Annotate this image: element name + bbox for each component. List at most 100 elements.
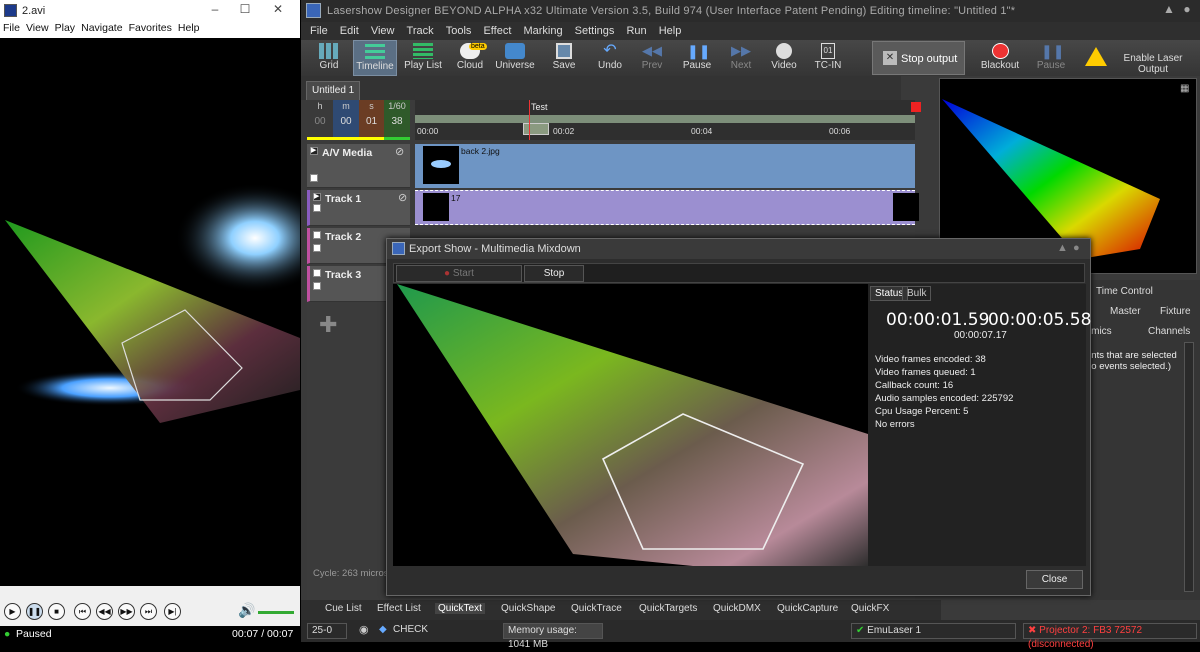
track-av-media[interactable]: ▶ A/V Media ⊘ — [307, 144, 410, 188]
dialog-close-icon[interactable]: ● — [1073, 242, 1080, 254]
webcam-icon[interactable]: ◉ — [359, 623, 369, 636]
fps-field[interactable]: 25-0 — [307, 623, 347, 639]
universe-button[interactable]: Universe — [493, 40, 537, 76]
pause-output-button[interactable]: ❚❚ Pause — [1033, 40, 1069, 76]
channels-tab[interactable]: Channels — [1148, 326, 1190, 337]
timeline-ruler[interactable]: Test 00:00 00:02 00:04 00:06 — [415, 100, 921, 140]
tab-quickshape[interactable]: QuickShape — [501, 603, 555, 614]
menu-file[interactable]: File — [310, 25, 328, 37]
maximize-button[interactable]: ☐ — [235, 2, 255, 16]
dialog-minimize-icon[interactable]: ▲ — [1057, 242, 1068, 254]
stop-button[interactable]: Stop — [524, 265, 584, 282]
menu-edit[interactable]: Edit — [340, 25, 359, 37]
grid-menu-icon[interactable]: ▦ — [1180, 83, 1189, 94]
menu-run[interactable]: Run — [626, 25, 646, 37]
track-checkbox[interactable] — [313, 204, 321, 212]
marker-test[interactable]: Test — [531, 102, 548, 112]
menu-settings[interactable]: Settings — [575, 25, 615, 37]
track-play-icon[interactable]: ▶ — [313, 193, 321, 201]
timeline-button[interactable]: Timeline — [353, 40, 397, 76]
stop-output-button[interactable]: ✕ Stop output — [872, 41, 965, 75]
clip-av-media[interactable]: back 2.jpg — [415, 144, 915, 188]
start-button[interactable]: ● Start — [396, 265, 522, 282]
close-button[interactable]: ✕ — [268, 2, 288, 16]
emulaser-status[interactable]: ✔ EmuLaser 1 — [851, 623, 1016, 639]
tab-cue-list[interactable]: Cue List — [325, 603, 362, 614]
fixture-tab[interactable]: Fixture — [1160, 306, 1191, 317]
track-play-icon[interactable]: ▶ — [310, 147, 318, 155]
menu-navigate[interactable]: Navigate — [81, 22, 122, 34]
projector-status[interactable]: ✖ Projector 2: FB3 72572 (disconnected) — [1023, 623, 1197, 650]
minimize-button[interactable]: ▲ — [1159, 2, 1179, 16]
volume-slider[interactable] — [258, 611, 294, 614]
timeline-scrollbar[interactable] — [415, 115, 915, 123]
menu-effect[interactable]: Effect — [483, 25, 511, 37]
mute-icon[interactable]: ⊘ — [395, 145, 404, 158]
menu-tools[interactable]: Tools — [446, 25, 472, 37]
menu-view[interactable]: View — [371, 25, 395, 37]
track-1[interactable]: ▶ Track 1 ⊘ — [307, 190, 410, 226]
tcin-button[interactable]: 01 TC-IN — [812, 40, 844, 76]
time-control-tab[interactable]: Time Control — [1096, 286, 1153, 297]
tab-quicktargets[interactable]: QuickTargets — [639, 603, 697, 614]
tab-quickfx[interactable]: QuickFX — [851, 603, 889, 614]
enable-laser-button[interactable]: Enable Laser Output — [1081, 40, 1197, 76]
close-button[interactable]: ● — [1177, 2, 1197, 16]
track-checkbox[interactable] — [310, 174, 318, 182]
play-icon[interactable]: ▶ — [4, 603, 21, 620]
grid-button[interactable]: Grid — [309, 40, 349, 76]
volume-icon[interactable]: 🔊 — [238, 602, 255, 619]
tab-untitled-1[interactable]: Untitled 1 — [306, 81, 361, 100]
track-checkbox[interactable] — [313, 269, 321, 277]
tab-quicktrace[interactable]: QuickTrace — [571, 603, 622, 614]
mute-icon[interactable]: ⊘ — [398, 191, 407, 204]
frame-step-icon[interactable]: ▶| — [164, 603, 181, 620]
close-button[interactable]: Close — [1026, 570, 1083, 589]
stat-line: Audio samples encoded: 225792 — [875, 393, 1014, 404]
skip-back-icon[interactable]: ⏮ — [74, 603, 91, 620]
playlist-button[interactable]: Play List — [401, 40, 445, 76]
menu-help[interactable]: Help — [178, 22, 200, 34]
panel-scrollbar[interactable] — [1184, 342, 1194, 592]
tab-effect-list[interactable]: Effect List — [377, 603, 421, 614]
track-checkbox[interactable] — [313, 282, 321, 290]
film-reel-icon — [776, 43, 792, 59]
track-checkbox[interactable] — [313, 244, 321, 252]
track-checkbox[interactable] — [313, 231, 321, 239]
menu-file[interactable]: File — [3, 22, 20, 34]
tick-label: 00:04 — [691, 126, 713, 136]
seek-bar[interactable] — [0, 586, 300, 598]
check-label[interactable]: CHECK — [393, 624, 428, 635]
clip-thumbnail — [423, 193, 449, 221]
tab-quickdmx[interactable]: QuickDMX — [713, 603, 761, 614]
menu-view[interactable]: View — [26, 22, 49, 34]
fast-forward-icon[interactable]: ▶▶ — [118, 603, 135, 620]
master-tab[interactable]: Master — [1110, 306, 1141, 317]
video-frame[interactable] — [0, 38, 300, 586]
blackout-button[interactable]: Blackout — [977, 40, 1023, 76]
video-button[interactable]: Video — [769, 40, 799, 76]
save-button[interactable]: Save — [547, 40, 581, 76]
minimize-button[interactable]: – — [205, 2, 225, 16]
stop-icon[interactable]: ■ — [48, 603, 65, 620]
frames-counter: 1/60 38 — [384, 100, 410, 140]
pause-icon[interactable]: ❚❚ — [26, 603, 43, 620]
menu-track[interactable]: Track — [407, 25, 434, 37]
playhead-handle[interactable] — [523, 123, 549, 135]
skip-forward-icon[interactable]: ⏭ — [140, 603, 157, 620]
menu-marking[interactable]: Marking — [523, 25, 562, 37]
cloud-button[interactable]: beta Cloud — [451, 40, 489, 76]
tab-bulk[interactable]: Bulk — [902, 286, 932, 301]
prev-button[interactable]: ◀◀ Prev — [637, 40, 667, 76]
add-track-icon[interactable]: ✚ — [319, 312, 337, 338]
menu-favorites[interactable]: Favorites — [129, 22, 172, 34]
menu-help[interactable]: Help — [659, 25, 682, 37]
undo-button[interactable]: ↶ Undo — [593, 40, 627, 76]
rewind-icon[interactable]: ◀◀ — [96, 603, 113, 620]
menu-play[interactable]: Play — [55, 22, 75, 34]
pause-button[interactable]: ❚❚ Pause — [680, 40, 714, 76]
tab-quickcapture[interactable]: QuickCapture — [777, 603, 838, 614]
next-button[interactable]: ▶▶ Next — [726, 40, 756, 76]
clip-track-1[interactable]: 17 — [415, 190, 919, 225]
tab-quicktext[interactable]: QuickText — [435, 603, 485, 614]
